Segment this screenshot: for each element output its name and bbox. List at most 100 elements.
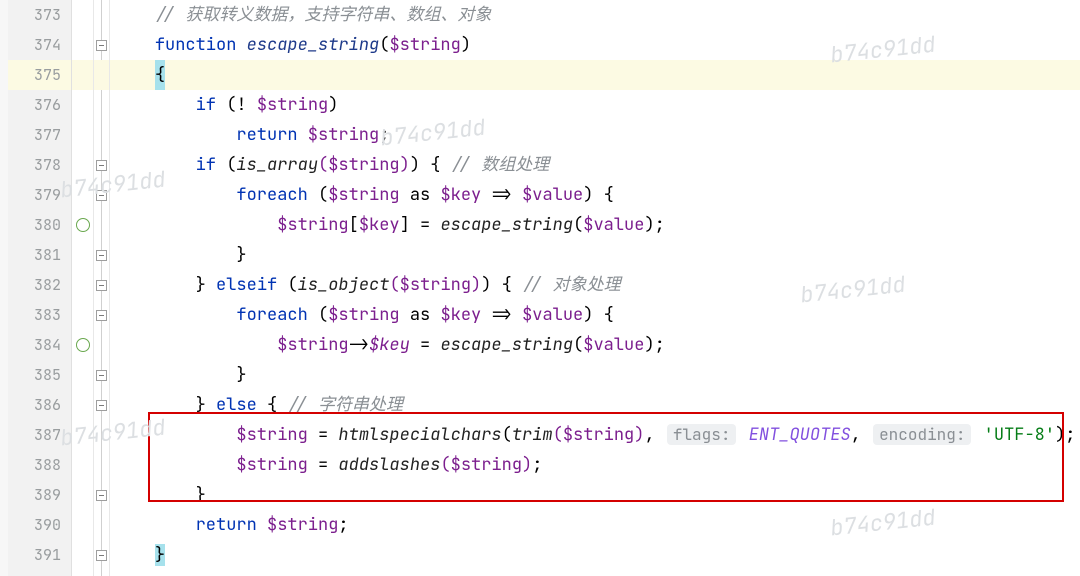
line-number[interactable]: 380: [8, 210, 71, 240]
code-line[interactable]: $string[$key] = escape_string($value);: [110, 210, 1080, 240]
line-number[interactable]: 385: [8, 360, 71, 390]
line-number[interactable]: 374: [8, 30, 71, 60]
line-number[interactable]: 383: [8, 300, 71, 330]
indent: [114, 64, 155, 86]
variable: $string: [277, 214, 348, 236]
line-number[interactable]: 386: [8, 390, 71, 420]
recursive-call-marker-icon[interactable]: [72, 330, 93, 360]
text: (: [308, 304, 328, 326]
line-number[interactable]: 373: [8, 0, 71, 30]
text: ) {: [583, 184, 614, 206]
variable: $value: [522, 304, 583, 326]
fold-toggle-icon[interactable]: [94, 150, 109, 180]
line-number[interactable]: 384: [8, 330, 71, 360]
text: (: [216, 154, 236, 176]
line-number[interactable]: 391: [8, 540, 71, 570]
text: ;: [379, 124, 389, 146]
code-line[interactable]: }: [110, 240, 1080, 270]
code-line[interactable]: return $string;: [110, 120, 1080, 150]
variable: $string: [298, 124, 380, 146]
fold-column[interactable]: [94, 0, 110, 576]
variable: ($string): [389, 274, 481, 296]
left-rail: [0, 0, 8, 576]
fold-toggle-icon[interactable]: [94, 480, 109, 510]
indent: [114, 394, 196, 416]
indent: [114, 304, 236, 326]
indent: [114, 274, 196, 296]
brace: }: [236, 364, 246, 386]
function-call: is_array: [236, 154, 318, 176]
keyword: if: [196, 154, 216, 176]
line-number[interactable]: 377: [8, 120, 71, 150]
code-line[interactable]: if (is_array($string)) { // 数组处理: [110, 150, 1080, 180]
line-number-gutter[interactable]: 373 374 375 376 377 378 379 380 381 382 …: [8, 0, 72, 576]
code-line[interactable]: if (! $string): [110, 90, 1080, 120]
text: =: [410, 334, 441, 356]
indent: [114, 244, 236, 266]
code-line[interactable]: } else { // 字符串处理: [110, 390, 1080, 420]
text: =: [308, 454, 339, 476]
variable: $string: [236, 424, 307, 446]
code-line[interactable]: return $string;: [110, 510, 1080, 540]
parameter-hint: encoding:: [873, 424, 971, 445]
text: {: [257, 394, 288, 416]
brace: }: [196, 274, 216, 296]
text: =>: [481, 304, 522, 326]
variable: $string: [328, 304, 399, 326]
code-line-current[interactable]: {: [110, 60, 1080, 90]
fold-toggle-icon[interactable]: [94, 540, 109, 570]
line-number[interactable]: 376: [8, 90, 71, 120]
code-line[interactable]: function escape_string($string): [110, 30, 1080, 60]
code-line[interactable]: } elseif (is_object($string)) { // 对象处理: [110, 270, 1080, 300]
fold-toggle-icon[interactable]: [94, 240, 109, 270]
line-number[interactable]: 381: [8, 240, 71, 270]
fold-toggle-icon[interactable]: [94, 390, 109, 420]
line-number[interactable]: 387: [8, 420, 71, 450]
indent: [114, 424, 236, 446]
text: (: [502, 424, 512, 446]
line-number[interactable]: [8, 570, 71, 576]
code-line[interactable]: $string = addslashes($string);: [110, 450, 1080, 480]
text: ) {: [410, 154, 451, 176]
fold-toggle-icon[interactable]: [94, 300, 109, 330]
code-area[interactable]: // 获取转义数据，支持字符串、数组、对象 function escape_st…: [110, 0, 1080, 576]
keyword: foreach: [236, 184, 307, 206]
comment: // 获取转义数据，支持字符串、数组、对象: [155, 4, 492, 26]
line-number[interactable]: 390: [8, 510, 71, 540]
line-number[interactable]: 389: [8, 480, 71, 510]
fold-toggle-icon[interactable]: [94, 270, 109, 300]
code-line[interactable]: foreach ($string as $key => $value) {: [110, 180, 1080, 210]
line-number[interactable]: 382: [8, 270, 71, 300]
line-number[interactable]: 375: [8, 60, 71, 90]
code-line[interactable]: // 获取转义数据，支持字符串、数组、对象: [110, 0, 1080, 30]
code-line[interactable]: foreach ($string as $key => $value) {: [110, 300, 1080, 330]
code-line[interactable]: $string = htmlspecialchars(trim($string)…: [110, 420, 1080, 450]
code-line[interactable]: $string->$key = escape_string($value);: [110, 330, 1080, 360]
comment: // 对象处理: [522, 274, 621, 296]
text: (: [277, 274, 297, 296]
fold-toggle-icon[interactable]: [94, 180, 109, 210]
recursive-call-marker-icon[interactable]: [72, 210, 93, 240]
text: [: [349, 214, 359, 236]
text: as: [400, 184, 441, 206]
line-number[interactable]: 378: [8, 150, 71, 180]
function-call: escape_string: [440, 334, 573, 356]
fold-toggle-icon[interactable]: [94, 30, 109, 60]
line-number[interactable]: 388: [8, 450, 71, 480]
indent: [114, 514, 196, 536]
indent: [114, 94, 196, 116]
code-line[interactable]: }: [110, 540, 1080, 570]
variable: $string: [328, 184, 399, 206]
variable: $string: [236, 454, 307, 476]
text: ;: [532, 454, 542, 476]
indent: [114, 34, 155, 56]
code-line[interactable]: }: [110, 480, 1080, 510]
line-number[interactable]: 379: [8, 180, 71, 210]
indent: [114, 484, 196, 506]
code-line[interactable]: }: [110, 360, 1080, 390]
fold-toggle-icon[interactable]: [94, 360, 109, 390]
comment: // 字符串处理: [287, 394, 403, 416]
variable: ($string): [440, 454, 532, 476]
keyword: foreach: [236, 304, 307, 326]
text: (!: [216, 94, 257, 116]
